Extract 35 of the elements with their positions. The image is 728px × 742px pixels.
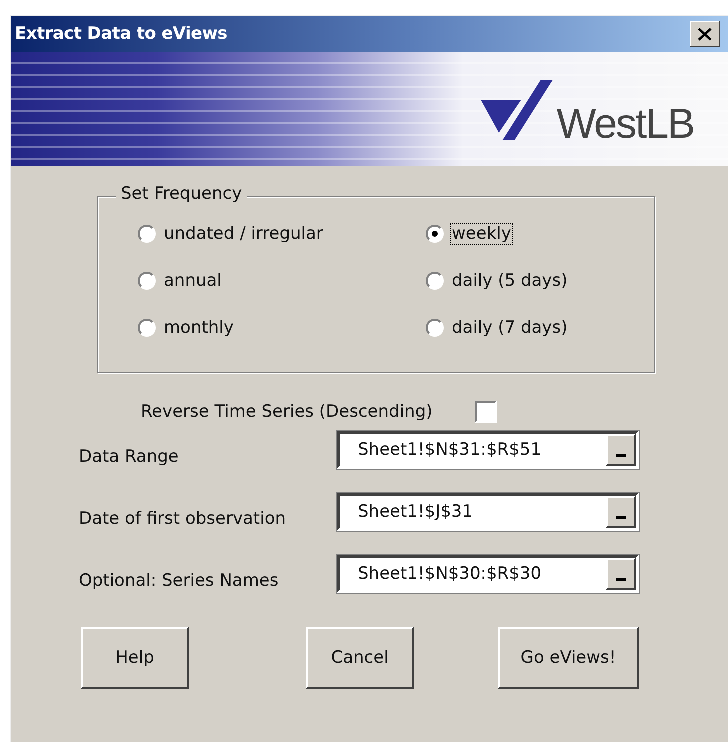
dialog-button[interactable]: Go eViews! [498, 627, 639, 689]
close-button[interactable] [690, 21, 720, 47]
radio-label[interactable]: daily (5 days) [450, 270, 570, 292]
radio-button[interactable] [138, 272, 156, 290]
radio-button[interactable] [426, 272, 444, 290]
radio-label[interactable]: monthly [162, 317, 236, 339]
radio-button[interactable] [426, 225, 444, 243]
close-icon [698, 28, 712, 40]
radio-label[interactable]: undated / irregular [162, 223, 326, 245]
logo-text: WestLB [556, 100, 694, 148]
collapse-icon [616, 578, 626, 581]
group-title: Set Frequency [116, 184, 248, 204]
dialog-button[interactable]: Cancel [306, 627, 414, 689]
range-field[interactable]: Sheet1!$N$31:$R$51 [337, 431, 639, 469]
logo-icon [480, 78, 555, 140]
collapse-icon [616, 516, 626, 519]
field-label: Data Range [79, 447, 180, 467]
collapse-icon [616, 454, 626, 457]
range-picker-button[interactable] [606, 496, 636, 528]
range-picker-button[interactable] [606, 558, 636, 590]
radio-label[interactable]: daily (7 days) [450, 317, 570, 339]
dialog-button[interactable]: Help [81, 627, 189, 689]
range-field[interactable]: Sheet1!$J$31 [337, 493, 639, 531]
reverse-label: Reverse Time Series (Descending) [141, 402, 433, 422]
range-picker-button[interactable] [606, 434, 636, 466]
window-title: Extract Data to eViews [15, 24, 228, 44]
radio-button[interactable] [138, 319, 156, 337]
radio-label[interactable]: annual [162, 270, 224, 292]
range-field[interactable]: Sheet1!$N$30:$R$30 [337, 555, 639, 593]
radio-button[interactable] [426, 319, 444, 337]
radio-button[interactable] [138, 225, 156, 243]
field-label: Date of first observation [79, 509, 287, 529]
reverse-checkbox[interactable] [474, 401, 497, 423]
field-label: Optional: Series Names [79, 571, 280, 591]
radio-label[interactable]: weekly [450, 223, 514, 245]
